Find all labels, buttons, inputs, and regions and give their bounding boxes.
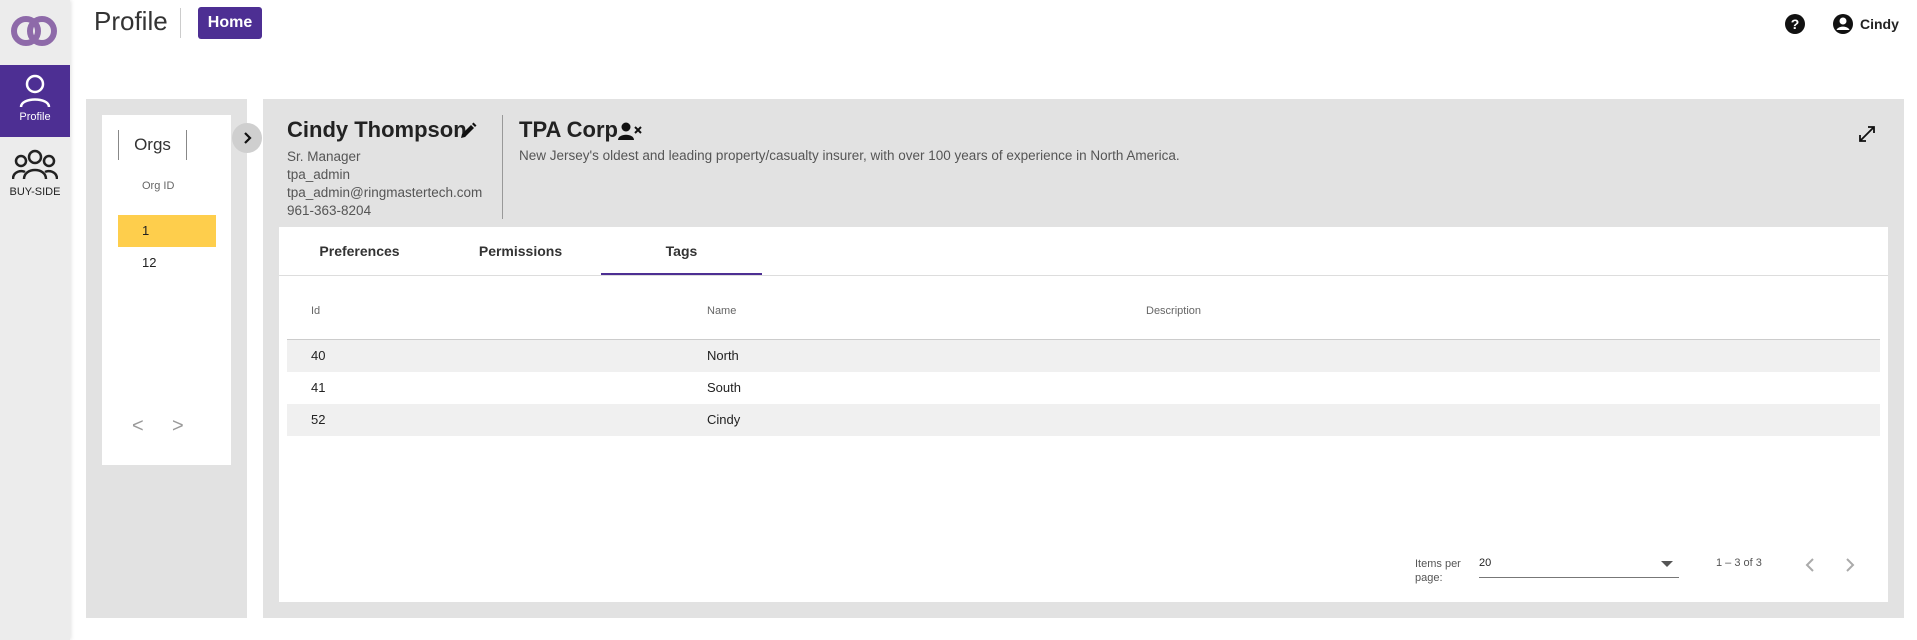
page-title: Profile — [94, 6, 168, 36]
tab-underline — [279, 275, 1888, 276]
org-row[interactable]: 1 — [118, 215, 216, 247]
orgs-next-button[interactable]: > — [172, 415, 184, 438]
tab-tags[interactable]: Tags — [601, 227, 762, 275]
orgs-prev-button[interactable]: < — [132, 415, 144, 438]
pagination-range: 1 – 3 of 3 — [1716, 557, 1762, 569]
person-name: Cindy Thompson — [287, 117, 467, 142]
orgs-card — [102, 115, 231, 465]
tab-preferences[interactable]: Preferences — [279, 227, 440, 275]
org-name: TPA Corp — [519, 117, 618, 142]
home-button[interactable]: Home — [198, 7, 262, 39]
cell-name: Cindy — [707, 412, 741, 427]
org-row[interactable]: 12 — [118, 247, 216, 279]
org-description: New Jersey's oldest and leading property… — [519, 148, 1180, 163]
group-icon — [12, 149, 58, 180]
items-per-page-select[interactable]: 20 — [1479, 552, 1679, 578]
expand-panel-button[interactable] — [232, 123, 262, 153]
table-row[interactable]: 52 Cindy — [287, 404, 1880, 436]
column-header-description[interactable]: Description — [1146, 305, 1201, 317]
next-page-button[interactable] — [1837, 552, 1863, 578]
column-header-id[interactable]: Id — [311, 305, 320, 317]
nav-item-buy-side[interactable]: BUY-SIDE — [0, 140, 70, 212]
items-per-page-value: 20 — [1479, 557, 1492, 569]
nav-rail: Profile BUY-SIDE — [0, 0, 70, 640]
edit-icon[interactable] — [459, 122, 477, 140]
account-circle-icon — [1833, 14, 1853, 34]
nav-item-label: BUY-SIDE — [9, 186, 61, 198]
previous-page-button[interactable] — [1797, 552, 1823, 578]
app-logo[interactable] — [8, 12, 60, 50]
svg-text:?: ? — [1791, 16, 1800, 32]
column-header-org-id: Org ID — [142, 180, 175, 192]
caret-down-icon — [1661, 561, 1673, 567]
items-per-page-label: Items per page: — [1415, 558, 1461, 584]
person-phone: 961-363-8204 — [287, 203, 372, 218]
chevron-right-icon — [244, 132, 252, 144]
nav-item-label: Profile — [19, 111, 51, 123]
column-header-name[interactable]: Name — [707, 305, 736, 317]
chevron-left-icon — [1805, 558, 1814, 572]
tab-permissions[interactable]: Permissions — [440, 227, 601, 275]
user-menu[interactable]: Cindy — [1832, 12, 1899, 36]
fullscreen-icon[interactable] — [1857, 124, 1877, 144]
cell-id: 52 — [311, 412, 326, 427]
cell-id: 40 — [311, 348, 326, 363]
person-title: Sr. Manager — [287, 149, 361, 164]
cell-name: South — [707, 380, 741, 395]
tab-orgs[interactable]: Orgs — [118, 130, 187, 160]
person-username: tpa_admin — [287, 167, 351, 182]
cell-id: 41 — [311, 380, 326, 395]
cell-name: North — [707, 348, 739, 363]
person-email: tpa_admin@ringmastertech.com — [287, 185, 483, 200]
chevron-right-icon — [1846, 558, 1855, 572]
remove-user-icon[interactable] — [618, 121, 642, 141]
divider — [502, 115, 503, 219]
person-details: Sr. Manager tpa_admin tpa_admin@ringmast… — [287, 148, 482, 220]
user-icon — [19, 74, 51, 108]
table-row[interactable]: 41 South — [287, 372, 1880, 404]
user-name: Cindy — [1860, 16, 1899, 32]
table-row[interactable]: 40 North — [287, 340, 1880, 372]
nav-item-profile[interactable]: Profile — [0, 65, 70, 137]
divider — [180, 8, 181, 38]
help-icon[interactable]: ? — [1784, 13, 1806, 35]
